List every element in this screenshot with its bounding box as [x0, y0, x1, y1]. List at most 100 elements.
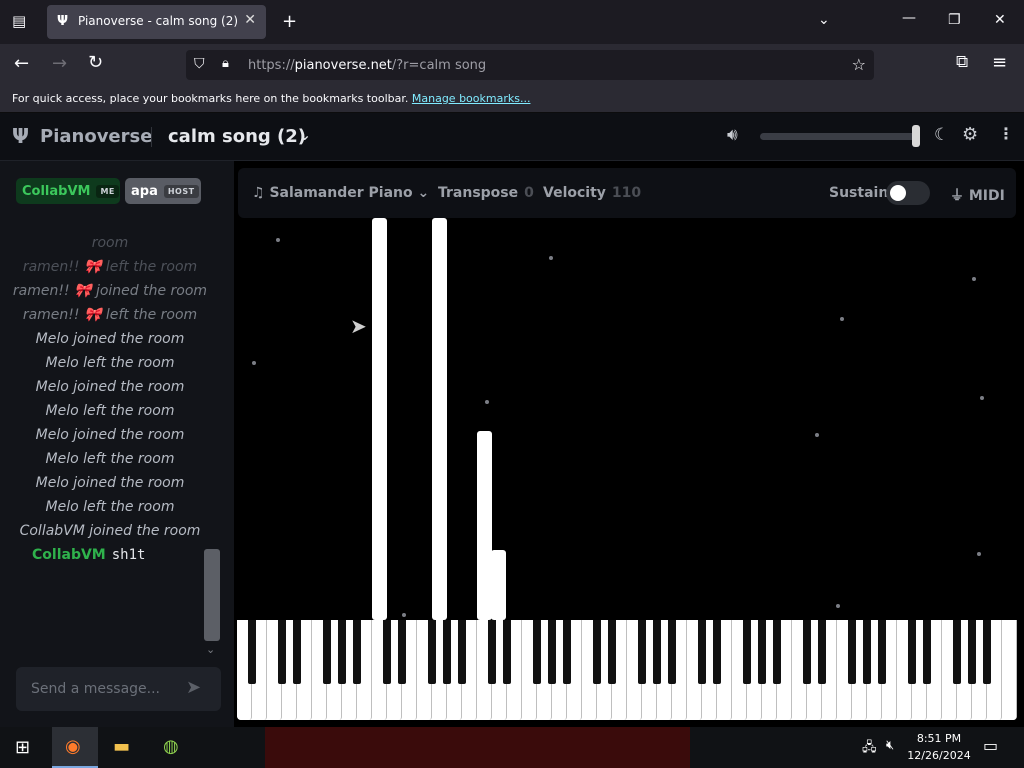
- new-tab-icon[interactable]: +: [282, 11, 297, 32]
- piano-white-key[interactable]: [1002, 620, 1017, 720]
- transpose-control[interactable]: Transpose 0: [438, 185, 534, 201]
- url-text[interactable]: https://pianoverse.net/?r=calm song: [248, 58, 486, 73]
- note-visualizer: ➤: [238, 218, 1016, 620]
- piano-black-key[interactable]: [487, 620, 497, 684]
- mouse-cursor-icon: ➤: [350, 314, 367, 338]
- piano-keyboard[interactable]: [237, 620, 1017, 720]
- taskbar-date[interactable]: 12/26/2024: [906, 749, 972, 762]
- notifications-icon[interactable]: ▭: [983, 736, 998, 755]
- room-title[interactable]: calm song (2): [168, 126, 306, 147]
- chat-scrollbar-thumb[interactable]: [204, 549, 220, 641]
- piano-black-key[interactable]: [652, 620, 662, 684]
- forward-arrow-icon[interactable]: →: [52, 53, 67, 74]
- network-icon[interactable]: 🖧︎: [862, 738, 877, 760]
- piano-black-key[interactable]: [397, 620, 407, 684]
- piano-black-key[interactable]: [877, 620, 887, 684]
- extensions-icon[interactable]: ⧉: [956, 52, 968, 72]
- piano-black-key[interactable]: [757, 620, 767, 684]
- windows-start-icon[interactable]: ⊞: [15, 737, 30, 758]
- sustain-toggle[interactable]: [886, 181, 930, 205]
- velocity-label: Velocity: [543, 185, 606, 201]
- piano-black-key[interactable]: [697, 620, 707, 684]
- velocity-control[interactable]: Velocity 110: [543, 185, 641, 201]
- piano-black-key[interactable]: [862, 620, 872, 684]
- piano-black-key[interactable]: [427, 620, 437, 684]
- piano-black-key[interactable]: [967, 620, 977, 684]
- piano-black-key[interactable]: [322, 620, 332, 684]
- piano-black-key[interactable]: [922, 620, 932, 684]
- piano-black-key[interactable]: [907, 620, 917, 684]
- settings-gear-icon[interactable]: ⚙: [962, 124, 978, 145]
- piano-black-key[interactable]: [712, 620, 722, 684]
- user-badge-host[interactable]: apa HOST: [125, 178, 201, 204]
- falling-note: [491, 550, 506, 620]
- manage-bookmarks-link[interactable]: Manage bookmarks...: [412, 92, 531, 105]
- piano-black-key[interactable]: [592, 620, 602, 684]
- piano-black-key[interactable]: [547, 620, 557, 684]
- piano-black-key[interactable]: [247, 620, 257, 684]
- user-badge-me[interactable]: CollabVM ME: [16, 178, 120, 204]
- send-icon[interactable]: ➤: [186, 677, 201, 698]
- piano-black-key[interactable]: [667, 620, 677, 684]
- scroll-down-chevron-icon[interactable]: ⌄: [206, 643, 215, 656]
- tab-overview-icon[interactable]: ▤: [12, 12, 26, 30]
- volume-icon[interactable]: 🔊︎: [727, 125, 738, 145]
- taskbar-time[interactable]: 8:51 PM: [908, 732, 970, 745]
- piano-black-key[interactable]: [277, 620, 287, 684]
- bookmarks-hint: For quick access, place your bookmarks h…: [12, 92, 531, 105]
- dark-mode-moon-icon[interactable]: ☾: [934, 125, 949, 145]
- volume-muted-icon[interactable]: 🔇︎: [886, 738, 894, 753]
- piano-black-key[interactable]: [847, 620, 857, 684]
- room-chevron-down-icon[interactable]: ⌄: [298, 125, 311, 144]
- piano-black-key[interactable]: [607, 620, 617, 684]
- close-tab-icon[interactable]: ✕: [244, 12, 256, 28]
- desktop-background-strip: [265, 727, 690, 768]
- chat-username[interactable]: CollabVM: [32, 547, 106, 563]
- browser-tab[interactable]: Ψ Pianoverse - calm song (2) ✕: [47, 5, 266, 39]
- piano-black-key[interactable]: [382, 620, 392, 684]
- chat-input[interactable]: Send a message... ➤: [16, 667, 221, 711]
- reload-icon[interactable]: ↻: [88, 52, 103, 73]
- address-bar[interactable]: ⛉ 🔒︎ https://pianoverse.net/?r=calm song…: [186, 50, 874, 80]
- shield-icon[interactable]: ⛉: [194, 56, 205, 72]
- piano-black-key[interactable]: [817, 620, 827, 684]
- list-tabs-chevron-icon[interactable]: ⌄: [818, 12, 830, 28]
- back-arrow-icon[interactable]: ←: [14, 53, 29, 74]
- more-options-icon[interactable]: ⋮: [998, 124, 1014, 143]
- chat-system-message: Melo joined the room: [35, 379, 185, 395]
- close-window-icon[interactable]: ✕: [994, 12, 1006, 28]
- piano-black-key[interactable]: [637, 620, 647, 684]
- lock-icon[interactable]: 🔒︎: [222, 56, 229, 71]
- chat-system-message: Melo joined the room: [35, 475, 185, 491]
- restore-window-icon[interactable]: ❐: [948, 12, 961, 28]
- piano-black-key[interactable]: [772, 620, 782, 684]
- piano-black-key[interactable]: [802, 620, 812, 684]
- piano-black-key[interactable]: [502, 620, 512, 684]
- falling-note: [372, 218, 387, 620]
- instrument-select[interactable]: ♫ Salamander Piano ⌄: [252, 185, 429, 201]
- piano-black-key[interactable]: [337, 620, 347, 684]
- piano-black-key[interactable]: [352, 620, 362, 684]
- chat-log[interactable]: room ramen!! 🎀 left the room ramen!! 🎀 joi…: [10, 231, 210, 567]
- piano-black-key[interactable]: [562, 620, 572, 684]
- music-note-icon: ♫: [252, 185, 265, 201]
- piano-black-key[interactable]: [982, 620, 992, 684]
- piano-black-key[interactable]: [532, 620, 542, 684]
- volume-slider-thumb[interactable]: [912, 125, 920, 147]
- piano-black-key[interactable]: [457, 620, 467, 684]
- file-explorer-icon[interactable]: ▬: [113, 736, 130, 757]
- app-icon[interactable]: ◍: [163, 736, 179, 757]
- piano-black-key[interactable]: [952, 620, 962, 684]
- piano-black-key[interactable]: [442, 620, 452, 684]
- minimize-window-icon[interactable]: —: [902, 10, 916, 26]
- transpose-label: Transpose: [438, 185, 519, 201]
- bookmark-star-icon[interactable]: ☆: [852, 55, 866, 74]
- chat-system-message: Melo left the room: [45, 403, 175, 419]
- midi-button[interactable]: ⏚ MIDI: [950, 185, 1005, 205]
- taskbar-firefox[interactable]: ◉: [52, 727, 98, 768]
- app-menu-icon[interactable]: ≡: [992, 52, 1007, 73]
- instrument-chevron-down-icon: ⌄: [417, 185, 430, 201]
- volume-slider[interactable]: [760, 133, 916, 140]
- piano-black-key[interactable]: [742, 620, 752, 684]
- piano-black-key[interactable]: [292, 620, 302, 684]
